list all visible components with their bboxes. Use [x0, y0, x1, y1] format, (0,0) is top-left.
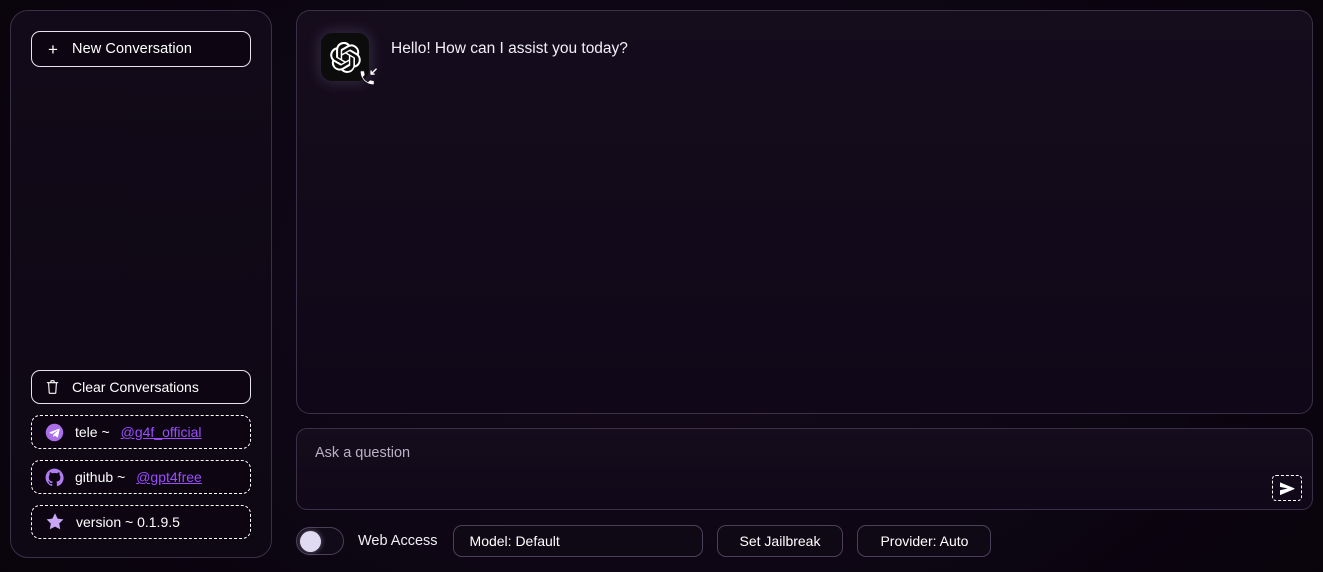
app-window: + New Conversation Clear Conversations t… — [0, 0, 1323, 572]
telegram-handle-link[interactable]: @g4f_official — [121, 424, 202, 440]
sidebar: + New Conversation Clear Conversations t… — [10, 10, 272, 558]
model-select-button[interactable]: Model: Default — [452, 525, 703, 558]
set-jailbreak-button[interactable]: Set Jailbreak — [716, 525, 844, 558]
chat-message-text: Hello! How can I assist you today? — [391, 40, 628, 57]
trash-icon — [45, 379, 60, 395]
chat-message: Hello! How can I assist you today? — [321, 33, 1288, 85]
github-prefix: github ~ — [75, 469, 126, 485]
avatar — [321, 33, 377, 85]
github-icon — [45, 468, 64, 487]
new-conversation-label: New Conversation — [72, 41, 193, 57]
telegram-prefix: tele ~ — [75, 424, 110, 440]
telegram-icon — [45, 423, 64, 442]
ask-question-input[interactable] — [297, 429, 1312, 510]
web-access-toggle[interactable] — [296, 527, 344, 556]
web-access-label: Web Access — [358, 533, 438, 550]
main-panel: Hello! How can I assist you today? Web A… — [296, 10, 1313, 558]
incoming-call-icon — [356, 66, 378, 88]
send-plane-icon — [1279, 481, 1296, 496]
star-icon — [45, 512, 65, 532]
github-link-row[interactable]: github ~ @gpt4free — [31, 460, 251, 494]
composer — [296, 428, 1313, 511]
control-bar: Web Access Model: Default Set Jailbreak … — [296, 524, 1313, 558]
conversation-list — [31, 67, 251, 370]
send-button[interactable] — [1272, 475, 1302, 502]
sidebar-footer: Clear Conversations tele ~ @g4f_official — [31, 370, 251, 539]
clear-conversations-label: Clear Conversations — [72, 379, 199, 395]
version-row[interactable]: version ~ 0.1.9.5 — [31, 505, 251, 539]
new-conversation-button[interactable]: + New Conversation — [31, 31, 251, 67]
github-handle-link[interactable]: @gpt4free — [136, 469, 202, 485]
clear-conversations-button[interactable]: Clear Conversations — [31, 370, 251, 404]
sidebar-top: + New Conversation — [31, 31, 251, 67]
toggle-knob — [300, 530, 321, 552]
telegram-link-row[interactable]: tele ~ @g4f_official — [31, 415, 251, 449]
chat-message-list: Hello! How can I assist you today? — [296, 10, 1313, 415]
plus-icon: + — [47, 39, 59, 59]
provider-select-button[interactable]: Provider: Auto — [857, 525, 992, 558]
version-label: version ~ 0.1.9.5 — [76, 514, 180, 530]
